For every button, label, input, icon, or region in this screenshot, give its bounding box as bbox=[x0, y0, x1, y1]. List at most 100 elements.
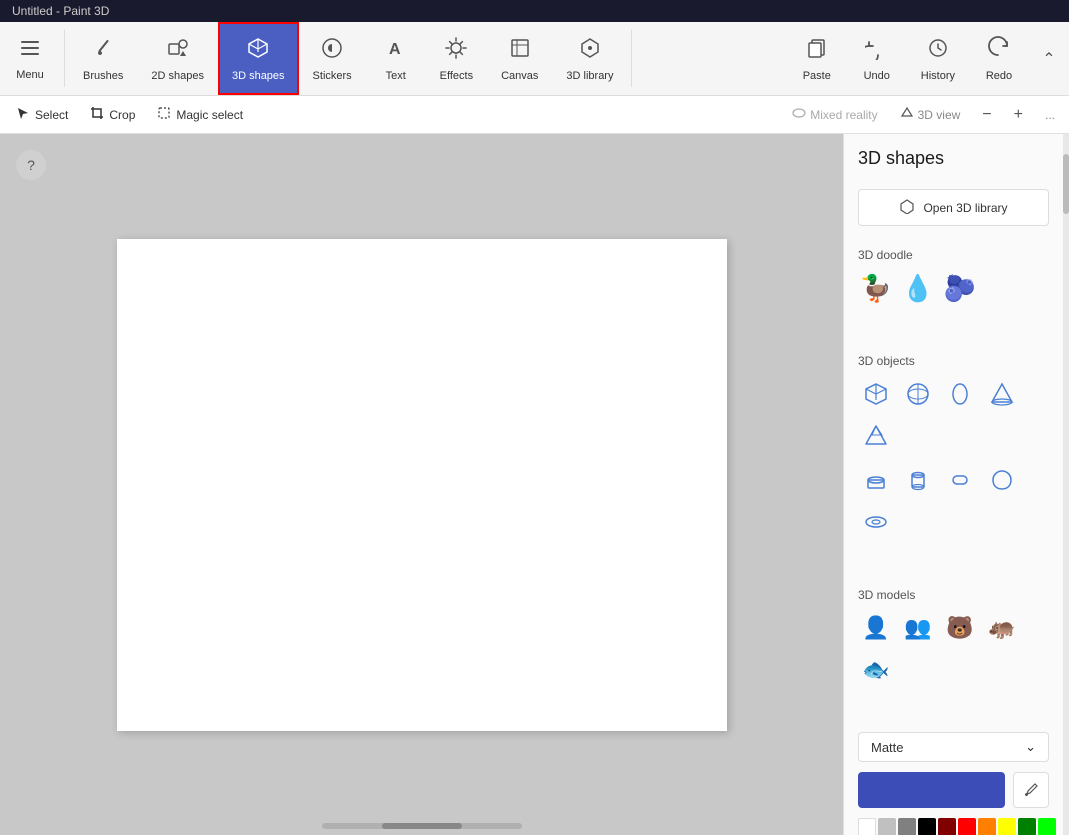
swatch-black[interactable] bbox=[918, 818, 936, 835]
doodle-shape-3[interactable]: 🫐 bbox=[942, 270, 978, 306]
text-icon: A bbox=[384, 36, 408, 66]
models-section: 3D models 👤 👥 🐻 🦛 🐟 bbox=[844, 576, 1063, 708]
crop-label: Crop bbox=[109, 108, 135, 122]
shape-cube[interactable] bbox=[858, 376, 894, 412]
redo-button[interactable]: Redo bbox=[969, 22, 1029, 95]
library-button[interactable]: 3D library bbox=[552, 22, 627, 95]
crop-button[interactable]: Crop bbox=[80, 101, 145, 129]
stickers-button[interactable]: Stickers bbox=[299, 22, 366, 95]
swatch-yellow[interactable] bbox=[998, 818, 1016, 835]
models-label: 3D models bbox=[858, 588, 1049, 602]
shapes-3d-button[interactable]: 3D shapes bbox=[218, 22, 299, 95]
titlebar: Untitled - Paint 3D bbox=[0, 0, 1069, 22]
effects-button[interactable]: Effects bbox=[426, 22, 487, 95]
cursor-icon bbox=[16, 106, 30, 123]
swatch-darkred[interactable] bbox=[938, 818, 956, 835]
shape-donut[interactable] bbox=[858, 504, 894, 540]
shape-sphere[interactable] bbox=[900, 376, 936, 412]
models-row: 👤 👥 🐻 🦛 🐟 bbox=[858, 610, 1049, 688]
help-button[interactable]: ? bbox=[16, 150, 46, 180]
canvas-scrollbar[interactable] bbox=[322, 823, 522, 829]
active-color-swatch[interactable] bbox=[858, 772, 1005, 808]
shape-capsule[interactable] bbox=[942, 376, 978, 412]
toolbar: Menu Brushes 2D shapes 3D shapes Sticker… bbox=[0, 22, 1069, 96]
main: ? 3D shapes Open 3D library 3D doodle bbox=[0, 134, 1069, 835]
text-button[interactable]: A Text bbox=[366, 22, 426, 95]
shape-blob[interactable] bbox=[984, 462, 1020, 498]
mixed-reality-icon bbox=[792, 106, 806, 123]
brushes-button[interactable]: Brushes bbox=[69, 22, 137, 95]
objects-row-2 bbox=[858, 462, 1049, 540]
doodle-section: 3D doodle 🦆 💧 🫐 bbox=[844, 248, 1063, 326]
canvas-scrollbar-thumb[interactable] bbox=[382, 823, 462, 829]
right-panel-scrollbar-thumb[interactable] bbox=[1063, 154, 1069, 214]
magic-select-icon bbox=[157, 106, 171, 123]
magic-select-label: Magic select bbox=[176, 108, 243, 122]
zoom-in-button[interactable]: + bbox=[1006, 102, 1031, 128]
canvas-button[interactable]: Canvas bbox=[487, 22, 552, 95]
mixed-reality-button[interactable]: Mixed reality bbox=[784, 102, 885, 127]
redo-label: Redo bbox=[986, 70, 1012, 82]
zoom-out-icon: − bbox=[982, 106, 991, 124]
model-person-1[interactable]: 👤 bbox=[858, 610, 894, 646]
sec-right: Mixed reality 3D view − + ... bbox=[784, 102, 1063, 128]
shape-tube[interactable] bbox=[942, 462, 978, 498]
right-panel-scrollbar[interactable] bbox=[1063, 134, 1069, 835]
swatch-gray[interactable] bbox=[898, 818, 916, 835]
zoom-out-button[interactable]: − bbox=[974, 102, 999, 128]
material-select-button[interactable]: Matte ⌄ bbox=[858, 732, 1049, 762]
undo-button[interactable]: Undo bbox=[847, 22, 907, 95]
view-3d-button[interactable]: 3D view bbox=[892, 102, 969, 127]
right-panel: 3D shapes Open 3D library 3D doodle 🦆 💧 … bbox=[843, 134, 1063, 835]
more-label: ... bbox=[1045, 108, 1055, 122]
active-color-row bbox=[858, 772, 1049, 808]
drawing-canvas[interactable] bbox=[117, 239, 727, 731]
shapes-2d-button[interactable]: 2D shapes bbox=[137, 22, 218, 95]
effects-label: Effects bbox=[440, 70, 473, 82]
model-fish[interactable]: 🐟 bbox=[858, 652, 894, 688]
magic-select-button[interactable]: Magic select bbox=[147, 101, 253, 129]
swatch-red[interactable] bbox=[958, 818, 976, 835]
library-section: Open 3D library bbox=[844, 177, 1063, 248]
model-hippo[interactable]: 🦛 bbox=[984, 610, 1020, 646]
history-icon bbox=[926, 36, 950, 66]
objects-row-1 bbox=[858, 376, 1049, 454]
doodle-label: 3D doodle bbox=[858, 248, 1049, 262]
eyedropper-button[interactable] bbox=[1013, 772, 1049, 808]
select-button[interactable]: Select bbox=[6, 101, 78, 129]
paste-icon bbox=[805, 36, 829, 66]
open-library-button[interactable]: Open 3D library bbox=[858, 189, 1049, 226]
color-palette bbox=[858, 818, 1049, 835]
history-button[interactable]: History bbox=[907, 22, 969, 95]
doodle-shape-2[interactable]: 💧 bbox=[900, 270, 936, 306]
swatch-darkgreen[interactable] bbox=[1018, 818, 1036, 835]
doodle-shapes-row: 🦆 💧 🫐 bbox=[858, 270, 1049, 306]
shape-cone[interactable] bbox=[984, 376, 1020, 412]
more-button[interactable]: ... bbox=[1037, 104, 1063, 126]
separator-1 bbox=[64, 30, 65, 87]
doodle-shape-1[interactable]: 🦆 bbox=[858, 270, 894, 306]
menu-button[interactable]: Menu bbox=[0, 22, 60, 95]
swatch-lgray[interactable] bbox=[878, 818, 896, 835]
model-bear[interactable]: 🐻 bbox=[942, 610, 978, 646]
library-label: 3D library bbox=[566, 70, 613, 82]
shape-cylinder[interactable] bbox=[900, 462, 936, 498]
paste-button[interactable]: Paste bbox=[787, 22, 847, 95]
objects-section: 3D objects bbox=[844, 342, 1063, 560]
model-person-2[interactable]: 👥 bbox=[900, 610, 936, 646]
swatch-green[interactable] bbox=[1038, 818, 1056, 835]
undo-label: Undo bbox=[864, 70, 890, 82]
swatch-white[interactable] bbox=[858, 818, 876, 835]
shape-cylinder-flat[interactable] bbox=[858, 462, 894, 498]
toolbar-right: Paste Undo History Redo ⌃ bbox=[787, 22, 1069, 95]
shape-pyramid[interactable] bbox=[858, 418, 894, 454]
canvas-area[interactable]: ? bbox=[0, 134, 843, 835]
swatch-orange[interactable] bbox=[978, 818, 996, 835]
collapse-button[interactable]: ⌃ bbox=[1029, 22, 1069, 95]
menu-icon bbox=[19, 37, 41, 65]
shapes-3d-label: 3D shapes bbox=[232, 70, 285, 82]
shapes-2d-label: 2D shapes bbox=[151, 70, 204, 82]
chevron-down-icon: ⌄ bbox=[1025, 739, 1036, 755]
shapes-2d-icon bbox=[166, 36, 190, 66]
canvas-label: Canvas bbox=[501, 70, 538, 82]
